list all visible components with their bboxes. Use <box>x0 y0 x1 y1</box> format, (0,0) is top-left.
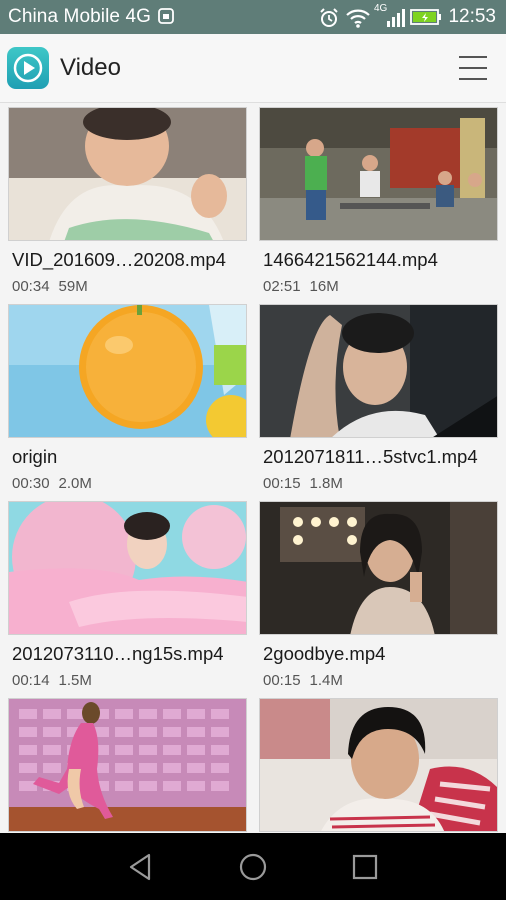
hamburger-menu-icon <box>459 56 487 80</box>
page-title: Video <box>60 54 121 81</box>
home-icon <box>239 853 267 881</box>
video-name: origin <box>12 446 58 467</box>
menu-button[interactable] <box>452 52 494 84</box>
video-thumbnail[interactable] <box>259 304 498 438</box>
video-size: 59M <box>58 278 88 295</box>
video-size: 1.4M <box>309 672 343 689</box>
video-meta: 00:14 1.5M <box>12 672 92 689</box>
video-duration: 00:15 <box>263 475 301 492</box>
back-icon <box>129 853 151 881</box>
video-thumbnail[interactable] <box>8 304 247 438</box>
navigation-bar <box>0 833 506 900</box>
alarm-icon <box>318 7 340 34</box>
video-size: 16M <box>309 278 339 295</box>
video-thumbnail[interactable] <box>259 698 498 832</box>
video-duration: 00:30 <box>12 475 50 492</box>
video-name: 1466421562144.mp4 <box>263 249 438 270</box>
sim-icon <box>157 7 175 30</box>
recents-icon <box>352 854 378 880</box>
video-name: 2012073110…ng15s.mp4 <box>12 643 224 664</box>
signal-icon <box>385 7 405 34</box>
back-button[interactable] <box>121 849 161 885</box>
video-meta: 00:15 1.4M <box>263 672 343 689</box>
app-bar: Video <box>0 34 506 103</box>
video-meta: 00:34 59M <box>12 278 88 295</box>
video-meta: 00:30 2.0M <box>12 475 92 492</box>
video-thumbnail[interactable] <box>259 107 498 241</box>
recents-button[interactable] <box>345 849 385 885</box>
video-name: VID_201609…20208.mp4 <box>12 249 226 270</box>
video-thumbnail[interactable] <box>8 107 247 241</box>
video-duration: 02:51 <box>263 278 301 295</box>
home-button[interactable] <box>233 849 273 885</box>
video-thumbnail[interactable] <box>259 501 498 635</box>
video-duration: 00:15 <box>263 672 301 689</box>
video-name: 2goodbye.mp4 <box>263 643 386 664</box>
video-size: 1.8M <box>309 475 343 492</box>
video-meta: 02:51 16M <box>263 278 339 295</box>
wifi-icon <box>345 7 371 34</box>
carrier-label: China Mobile 4G <box>8 6 152 27</box>
video-thumbnail[interactable] <box>8 501 247 635</box>
video-meta: 00:15 1.8M <box>263 475 343 492</box>
status-bar: China Mobile 4G 4G 12:53 <box>0 0 506 34</box>
video-app-logo-icon <box>7 47 49 89</box>
video-thumbnail[interactable] <box>8 698 247 832</box>
video-size: 1.5M <box>58 672 92 689</box>
video-size: 2.0M <box>58 475 92 492</box>
video-name: 2012071811…5stvc1.mp4 <box>263 446 478 467</box>
video-duration: 00:34 <box>12 278 50 295</box>
clock: 12:53 <box>448 6 496 27</box>
video-grid[interactable]: VID_201609…20208.mp4 00:34 59M 146642156… <box>0 102 506 833</box>
video-duration: 00:14 <box>12 672 50 689</box>
battery-charging-icon <box>410 7 442 32</box>
